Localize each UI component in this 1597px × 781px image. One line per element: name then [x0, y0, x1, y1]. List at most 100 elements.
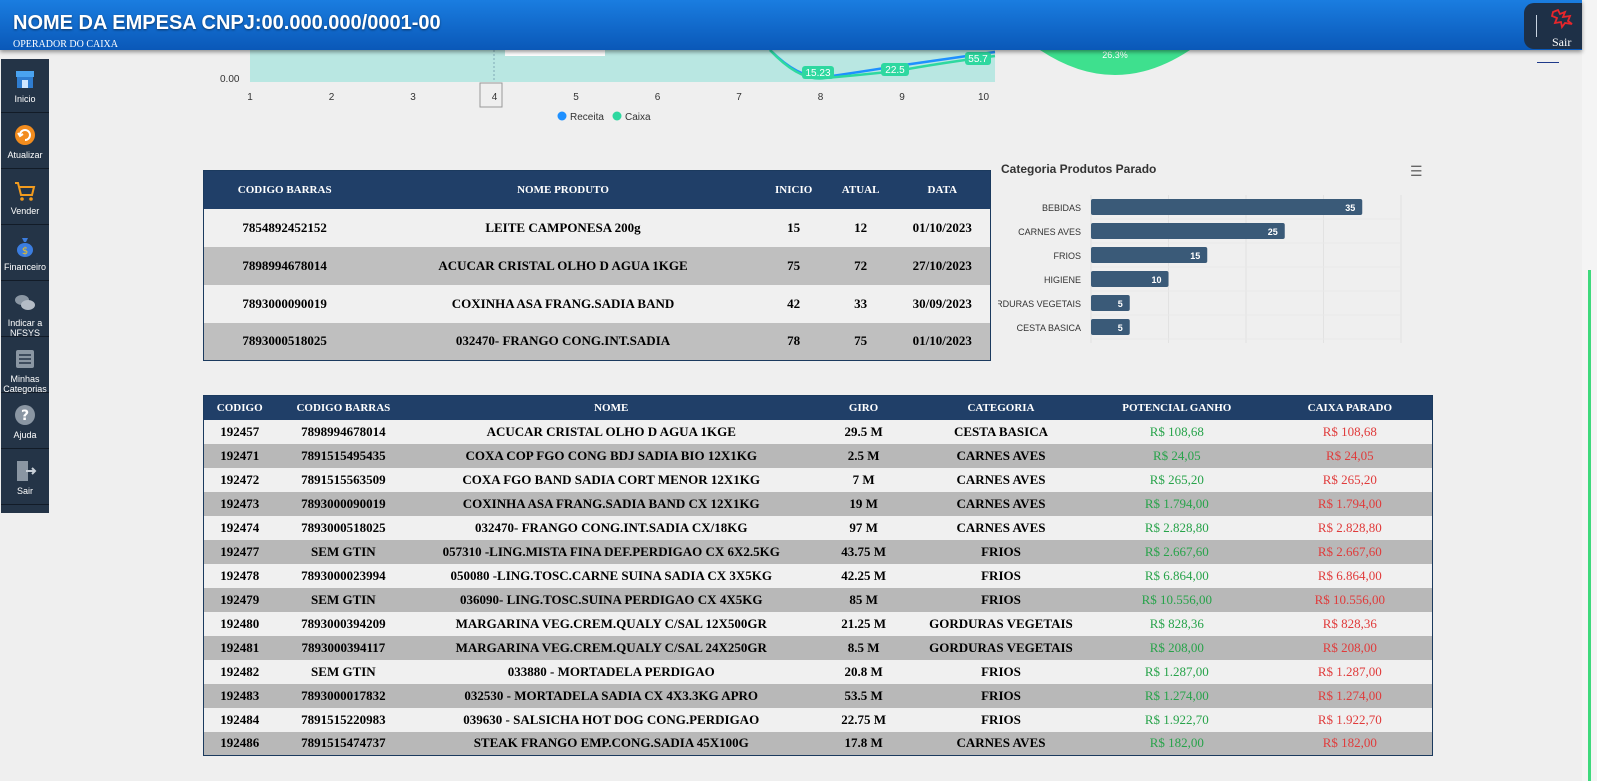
table-row[interactable]: 192479 SEM GTIN 036090- LING.TOSC.SUINA PE…: [203, 587, 1433, 612]
table-row[interactable]: 7893000518025 032470- FRANGO CONG.INT.SAD…: [203, 322, 991, 361]
sidebar-item-ajuda[interactable]: ? Ajuda: [1, 395, 49, 449]
sidebar-item-categorias[interactable]: Minhas Categorias: [1, 339, 49, 394]
table-cell: 192471: [220, 447, 260, 463]
bar-category-label: CESTA BASICA: [1017, 323, 1081, 333]
table-cell: 72: [854, 257, 868, 273]
table-cell: 20.8 M: [844, 663, 883, 679]
table-cell: 8.5 M: [847, 639, 880, 655]
table-cell: 75: [854, 333, 868, 349]
table-row[interactable]: 7854892452152 LEITE CAMPONESA 200g 15 12 01/…: [203, 208, 991, 247]
sidebar-item-label: Sair: [16, 486, 33, 496]
table-cell: 15: [787, 219, 801, 235]
table-cell: 27/10/2023: [912, 257, 972, 273]
table-row[interactable]: 7893000090019 COXINHA ASA FRANG.SADIA BAN…: [203, 284, 991, 323]
bar-value-label: 15: [1190, 251, 1200, 261]
x-tick-label: 8: [818, 92, 824, 103]
table-cell: R$ 24,05: [1152, 447, 1201, 463]
legend-receita[interactable]: Receita: [570, 112, 604, 123]
table-cell: 01/10/2023: [912, 333, 972, 349]
table-cell: SEM GTIN: [311, 663, 376, 679]
table-row[interactable]: 192477 SEM GTIN 057310 -LING.MISTA FINA DE…: [203, 539, 1433, 564]
table-cell: COXINHA ASA FRANG.SADIA BAND CX 12X1KG: [462, 495, 760, 511]
table-row[interactable]: 192482 SEM GTIN 033880 - MORTADELA PERDIGA…: [203, 659, 1433, 684]
table-cell: 22.75 M: [841, 711, 886, 727]
sidebar-item-sair[interactable]: Sair: [1, 451, 49, 505]
sidebar-item-indicar[interactable]: Indicar a NFSYS: [1, 283, 49, 338]
table-row[interactable]: 192457 7898994678014 ACUCAR CRISTAL OLHO D…: [203, 419, 1433, 444]
table-row[interactable]: 192484 7891515220983 039630 - SALSICHA HOT…: [203, 707, 1433, 732]
table-cell: 29.5 M: [844, 423, 883, 439]
table-cell: R$ 10.556,00: [1314, 591, 1386, 607]
table-cell: R$ 265,20: [1322, 471, 1377, 487]
col-header: CATEGORIA: [967, 401, 1035, 414]
sidebar-item-label: Ajuda: [13, 430, 37, 440]
bar[interactable]: [1091, 199, 1363, 215]
table-cell: 7893000023994: [301, 567, 386, 583]
table-cell: R$ 1.794,00: [1144, 495, 1209, 511]
table-cell: 192481: [220, 639, 260, 655]
table-cell: 192482: [220, 663, 260, 679]
x-axis-ticks: 1 2 3 4 5 6 7 8 9 10: [247, 92, 989, 103]
sidebar-item-vender[interactable]: Vender: [1, 171, 49, 225]
table-row[interactable]: 192478 7893000023994 050080 -LING.TOSC.CAR…: [203, 563, 1433, 588]
tooltip-box: [505, 50, 605, 56]
col-header: GIRO: [848, 401, 879, 414]
table-cell: 85 M: [849, 591, 878, 607]
bar[interactable]: [1091, 295, 1130, 311]
bar[interactable]: [1091, 319, 1130, 335]
table-row[interactable]: 192483 7893000017832 032530 - MORTADELA SA…: [203, 683, 1433, 708]
table-row[interactable]: 7898994678014 ACUCAR CRISTAL OLHO D AGUA …: [203, 246, 991, 285]
bar-category-label: BEBIDAS: [1042, 203, 1081, 213]
table-cell: 192477: [220, 543, 260, 559]
y-tick: 0.00: [220, 74, 240, 85]
scrollbar-thumb[interactable]: [1588, 270, 1591, 781]
bar-value-label: 25: [1268, 227, 1278, 237]
sidebar-item-inicio[interactable]: Inicio: [1, 59, 49, 113]
x-tick-label: 7: [736, 92, 742, 103]
table-cell: 192473: [220, 495, 260, 511]
x-tick-label: 10: [978, 92, 990, 103]
bar-value-label: 5: [1118, 323, 1123, 333]
table-row[interactable]: 192473 7893000090019 COXINHA ASA FRANG.SAD…: [203, 491, 1433, 516]
col-header: POTENCIAL GANHO: [1122, 401, 1232, 414]
table-row[interactable]: 192481 7893000394117 MARGARINA VEG.CREM.QU…: [203, 635, 1433, 660]
sidebar-item-label: Atualizar: [7, 150, 43, 160]
exit-icon: [17, 461, 37, 481]
table-cell: 7893000518025: [301, 519, 386, 535]
table-row[interactable]: 192474 7893000518025 032470- FRANGO CONG.I…: [203, 515, 1433, 540]
help-icon: ?: [15, 405, 35, 425]
table-cell: CARNES AVES: [956, 735, 1046, 751]
table-cell: 192486: [220, 735, 260, 751]
table-cell: 7893000394209: [301, 615, 386, 631]
table-cell: 21.25 M: [841, 615, 886, 631]
sidebar-item-financeiro[interactable]: $ Financeiro: [1, 227, 49, 281]
sidebar-item-atualizar[interactable]: Atualizar: [1, 115, 49, 169]
stopped-products-table: CODIGO BARRAS NOME PRODUTO INICIO ATUAL …: [203, 170, 991, 361]
table-cell: R$ 1.922,70: [1317, 711, 1382, 727]
table-cell: 032530 - MORTADELA SADIA CX 4X3.3KG APRO: [464, 687, 759, 703]
legend-receita-marker: [557, 111, 567, 121]
table-row[interactable]: 192471 7891515495435 COXA COP FGO CONG BDJ…: [203, 443, 1433, 468]
store-icon: [16, 71, 34, 88]
data-label: 22.5: [885, 65, 905, 76]
bar-value-label: 10: [1151, 275, 1161, 285]
bar[interactable]: [1091, 223, 1285, 239]
table-cell: 033880 - MORTADELA PERDIGAO: [507, 663, 715, 679]
x-tick-label: 1: [247, 92, 253, 103]
header-exit-button[interactable]: Sair: [1524, 3, 1582, 49]
bar-category-label: CARNES AVES: [1018, 227, 1081, 237]
legend-caixa[interactable]: Caixa: [625, 112, 651, 123]
refresh-icon: [15, 125, 35, 145]
sidebar-item-label: Minhas Categorias: [3, 374, 47, 394]
table-cell: 7898994678014: [301, 423, 386, 439]
table-row[interactable]: 192472 7891515563509 COXA FGO BAND SADIA C…: [203, 467, 1433, 492]
table-cell: R$ 1.287,00: [1317, 663, 1382, 679]
table-row[interactable]: 192480 7893000394209 MARGARINA VEG.CREM.QU…: [203, 611, 1433, 636]
table-cell: 7893000518025: [242, 333, 327, 349]
table-row[interactable]: 192486 7891515474737 STEAK FRANGO EMP.CONG…: [203, 731, 1433, 756]
table-cell: 7891515495435: [301, 447, 386, 463]
table-cell: GORDURAS VEGETAIS: [929, 615, 1073, 631]
operator-label: OPERADOR DO CAIXA: [13, 39, 119, 50]
x-tick-label: 9: [899, 92, 905, 103]
category-bar-chart: BEBIDAS 35 CARNES AVES 25 FRIOS 15 HIGIENE 10 GO…: [998, 195, 1402, 343]
